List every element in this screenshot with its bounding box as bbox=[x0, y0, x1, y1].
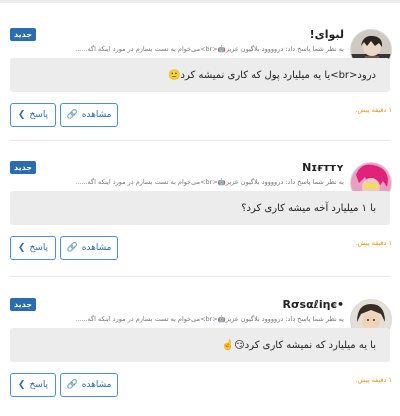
notification-item: •Rσsαℓiηє جدید به نظر شما پاسخ داد: دروو… bbox=[0, 296, 400, 416]
reply-label: پاسخ bbox=[29, 110, 49, 120]
divider bbox=[10, 276, 390, 277]
reply-button[interactable]: پاسخ ❯ bbox=[10, 373, 56, 397]
chevron-right-icon: ❯ bbox=[17, 379, 26, 390]
username[interactable]: •Rσsαℓiηє bbox=[283, 298, 344, 311]
view-button[interactable]: مشاهده 🔗 bbox=[60, 236, 118, 260]
message-text: درود<br>یا یه میلیارد پول که کاری نمیشه … bbox=[168, 69, 376, 81]
view-button[interactable]: مشاهده 🔗 bbox=[60, 373, 118, 397]
timestamp: ۱ دقیقه پیش. bbox=[355, 376, 393, 384]
divider bbox=[10, 140, 390, 141]
chevron-right-icon: ❯ bbox=[17, 242, 26, 253]
top-divider bbox=[0, 0, 400, 3]
timestamp: ۱ دقیقه پیش. bbox=[355, 239, 393, 247]
reply-context: به نظر شما پاسخ داد: دروووود بلاگیون عزی… bbox=[75, 178, 344, 186]
notification-item: Nɪғᴛᴛʏ جدید به نظر شما پاسخ داد: دروووود… bbox=[0, 159, 400, 279]
new-badge: جدید bbox=[10, 161, 37, 174]
reply-context: به نظر شما پاسخ داد: دروووود بلاگیون عزی… bbox=[75, 315, 344, 323]
message-text: با یه میلیارد که نمیشه کاری کرد😏☝️ bbox=[221, 339, 376, 351]
message-box: با ۱ میلیارد آخه میشه کاری کرد؟ bbox=[10, 191, 390, 225]
new-badge: جدید bbox=[10, 298, 37, 311]
view-label: مشاهده bbox=[81, 243, 112, 253]
reply-button[interactable]: پاسخ ❯ bbox=[10, 236, 56, 260]
link-icon: 🔗 bbox=[66, 109, 78, 120]
username[interactable]: Nɪғᴛᴛʏ bbox=[302, 161, 344, 174]
reply-context: به نظر شما پاسخ داد: دروووود بلاگیون عزی… bbox=[75, 45, 344, 53]
link-icon: 🔗 bbox=[66, 242, 78, 253]
chevron-right-icon: ❯ bbox=[17, 109, 26, 120]
link-icon: 🔗 bbox=[66, 379, 78, 390]
message-box: با یه میلیارد که نمیشه کاری کرد😏☝️ bbox=[10, 328, 390, 362]
reply-button[interactable]: پاسخ ❯ bbox=[10, 103, 56, 127]
new-badge: جدید bbox=[10, 28, 37, 41]
message-box: درود<br>یا یه میلیارد پول که کاری نمیشه … bbox=[10, 58, 390, 92]
view-label: مشاهده bbox=[81, 110, 112, 120]
username[interactable]: لبوای! bbox=[310, 28, 344, 41]
view-button[interactable]: مشاهده 🔗 bbox=[60, 103, 118, 127]
timestamp: ۱ دقیقه پیش. bbox=[355, 106, 393, 114]
reply-label: پاسخ bbox=[29, 380, 49, 390]
view-label: مشاهده bbox=[81, 380, 112, 390]
notification-item: لبوای! جدید به نظر شما پاسخ داد: دروووود… bbox=[0, 26, 400, 146]
message-text: با ۱ میلیارد آخه میشه کاری کرد؟ bbox=[241, 202, 376, 214]
reply-label: پاسخ bbox=[29, 243, 49, 253]
